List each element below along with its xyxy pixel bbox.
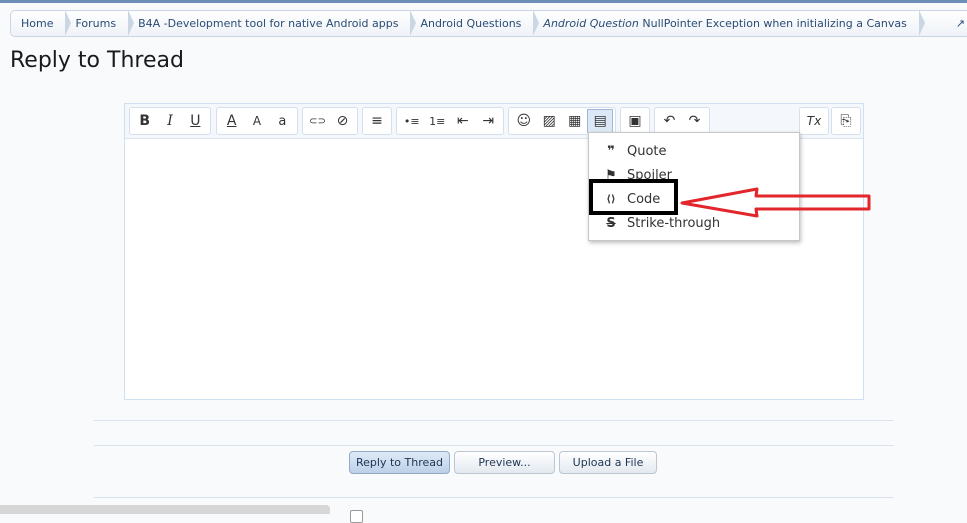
underline-button[interactable]: U xyxy=(183,109,208,133)
undo-icon[interactable]: ↶ xyxy=(657,109,682,133)
breadcrumb-item-home[interactable]: Home xyxy=(11,10,73,36)
page-title: Reply to Thread xyxy=(10,48,184,73)
image-icon[interactable]: ▨ xyxy=(536,109,561,133)
breadcrumb-item-forums[interactable]: Forums xyxy=(65,10,134,36)
bold-button[interactable]: B xyxy=(132,109,157,133)
quote-icon: ❞ xyxy=(607,143,615,159)
indent-icon[interactable]: ⇥ xyxy=(476,109,502,133)
menu-item-quote[interactable]: ❞ Quote xyxy=(589,140,799,162)
thread-title: NullPointer Exception when initializing … xyxy=(642,17,907,30)
save-draft-icon[interactable]: ▣ xyxy=(623,109,647,133)
preview-button[interactable]: Preview... xyxy=(454,451,555,474)
thread-prefix: Android Question xyxy=(543,17,639,30)
breadcrumb-item-android-questions[interactable]: Android Questions xyxy=(410,10,540,36)
clear-group: Tx xyxy=(799,107,829,135)
redo-icon[interactable]: ↷ xyxy=(682,109,707,133)
link-group: ⊂⊃ ⊘ xyxy=(302,107,358,135)
format-group: B I U xyxy=(129,107,211,135)
numbered-list-icon[interactable]: 1≡ xyxy=(425,109,451,133)
bottom-checkbox[interactable] xyxy=(350,510,363,523)
breadcrumb: Home Forums B4A -Development tool for na… xyxy=(10,10,967,37)
menu-item-label: Quote xyxy=(627,143,667,159)
bottom-scroll-bar xyxy=(0,505,330,514)
align-group: ≡ xyxy=(362,107,392,135)
unlink-icon[interactable]: ⊘ xyxy=(330,109,355,133)
strikethrough-icon: S xyxy=(606,215,616,231)
font-family-button[interactable]: a xyxy=(270,109,295,133)
breadcrumb-item-thread[interactable]: Android Question NullPointer Exception w… xyxy=(533,10,926,36)
history-group: ↶ ↷ xyxy=(654,107,710,135)
remove-formatting-icon[interactable]: Tx xyxy=(802,109,826,133)
annotation-arrow-icon xyxy=(680,187,871,218)
outdent-icon[interactable]: ⇤ xyxy=(450,109,476,133)
annotation-highlight-box xyxy=(589,179,678,215)
font-group: A A a xyxy=(216,107,298,135)
smilies-icon[interactable]: ☺ xyxy=(511,109,536,133)
divider xyxy=(94,420,894,421)
save-group: ▣ xyxy=(620,107,650,135)
media-icon[interactable]: ▦ xyxy=(562,109,587,133)
breadcrumb-item-b4a[interactable]: B4A -Development tool for native Android… xyxy=(128,10,417,36)
switch-mode-icon[interactable]: ⎘ xyxy=(834,109,858,133)
reply-to-thread-button[interactable]: Reply to Thread xyxy=(349,451,450,474)
font-size-button[interactable]: A xyxy=(244,109,269,133)
top-accent-line xyxy=(0,0,967,3)
divider xyxy=(94,445,894,446)
align-left-icon[interactable]: ≡ xyxy=(365,109,389,133)
bullet-list-icon[interactable]: •≡ xyxy=(399,109,425,133)
insert-menu-icon[interactable]: ▤ xyxy=(587,109,613,133)
italic-button[interactable]: I xyxy=(157,109,182,133)
external-link-icon[interactable]: ↗ xyxy=(956,17,965,30)
mode-group: ⎘ xyxy=(831,107,861,135)
insert-group: ☺ ▨ ▦ ▤ xyxy=(508,107,616,135)
font-color-button[interactable]: A xyxy=(219,109,244,133)
link-icon[interactable]: ⊂⊃ xyxy=(305,109,330,133)
list-group: •≡ 1≡ ⇤ ⇥ xyxy=(396,107,504,135)
divider xyxy=(94,497,894,498)
upload-file-button[interactable]: Upload a File xyxy=(559,451,657,474)
